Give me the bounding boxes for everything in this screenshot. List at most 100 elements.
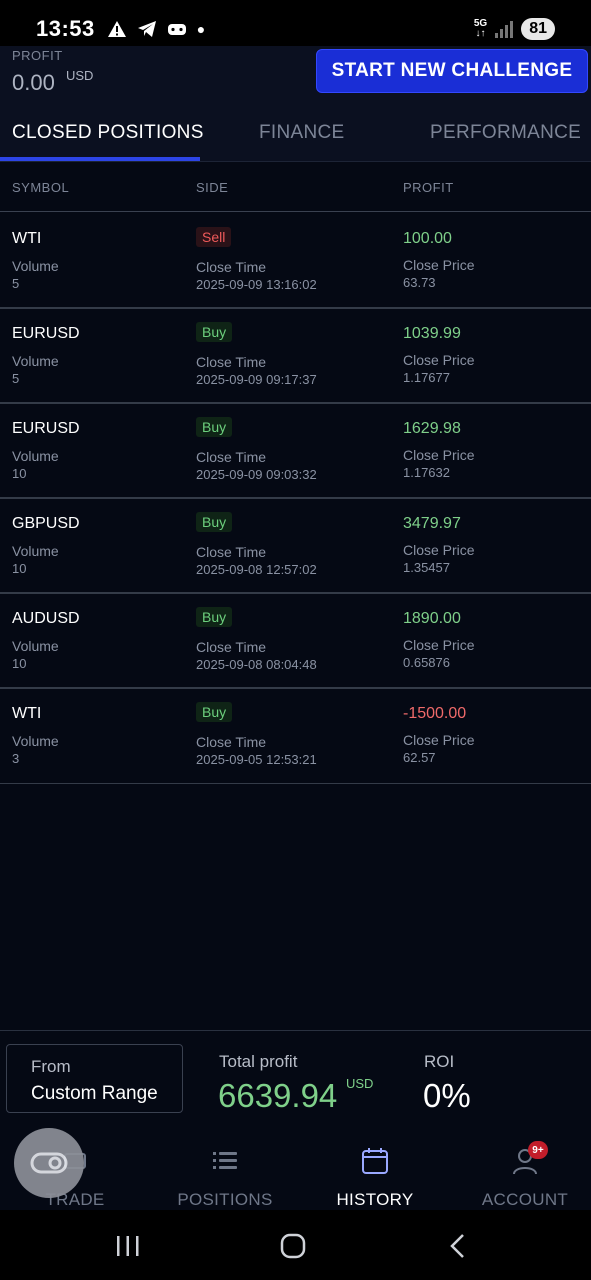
system-indicators: 5G ↓↑ 81 bbox=[474, 18, 555, 40]
profit-currency: USD bbox=[66, 68, 94, 83]
tab-closed-positions[interactable]: CLOSED POSITIONS bbox=[12, 122, 204, 144]
volume-label: Volume bbox=[12, 353, 59, 369]
notification-icons: ● bbox=[107, 20, 205, 38]
from-value: Custom Range bbox=[31, 1083, 158, 1104]
roi-value: 0% bbox=[423, 1077, 471, 1114]
nav-account[interactable]: ACCOUNT bbox=[450, 1140, 591, 1209]
close-price-value: 1.17677 bbox=[403, 370, 450, 385]
account-notification-badge: 9+ bbox=[528, 1141, 548, 1159]
profit-label: PROFIT bbox=[12, 48, 63, 63]
row-symbol: WTI bbox=[12, 705, 42, 722]
active-tab-indicator bbox=[0, 157, 200, 161]
volume-value: 3 bbox=[12, 751, 20, 766]
table-row[interactable]: WTI Volume 5 Sell Close Time 2025-09-09 … bbox=[0, 214, 591, 309]
nav-label: ACCOUNT bbox=[481, 1190, 569, 1209]
nav-history[interactable]: HISTORY bbox=[300, 1140, 450, 1209]
close-time-value: 2025-09-08 12:57:02 bbox=[196, 562, 317, 577]
close-price-label: Close Price bbox=[403, 542, 475, 558]
home-icon bbox=[280, 1233, 306, 1259]
date-range-selector[interactable]: From Custom Range bbox=[6, 1044, 183, 1113]
history-tabs: CLOSED POSITIONS FINANCE PERFORMANCE bbox=[0, 106, 591, 162]
close-time-value: 2025-09-09 09:17:37 bbox=[196, 372, 317, 387]
total-profit-value: 6639.94 bbox=[218, 1077, 338, 1114]
close-price-label: Close Price bbox=[403, 257, 475, 273]
roi-label: ROI bbox=[424, 1052, 455, 1071]
close-price-label: Close Price bbox=[403, 732, 475, 748]
nav-label: POSITIONS bbox=[177, 1190, 273, 1209]
table-row[interactable]: EURUSD Volume 10 Buy Close Time 2025-09-… bbox=[0, 404, 591, 499]
table-header: SYMBOL SIDE PROFIT bbox=[0, 162, 591, 212]
start-new-challenge-button[interactable]: START NEW CHALLENGE bbox=[316, 49, 588, 93]
profit-value: 0.00 bbox=[12, 70, 55, 95]
table-row[interactable]: EURUSD Volume 5 Buy Close Time 2025-09-0… bbox=[0, 309, 591, 404]
close-price-label: Close Price bbox=[403, 352, 475, 368]
recents-icon bbox=[117, 1236, 139, 1256]
volume-label: Volume bbox=[12, 258, 59, 274]
total-profit-label: Total profit bbox=[219, 1052, 298, 1071]
back-button[interactable] bbox=[438, 1230, 478, 1262]
nav-positions[interactable]: POSITIONS bbox=[150, 1140, 300, 1209]
side-badge: Buy bbox=[196, 417, 233, 437]
calendar-icon bbox=[362, 1148, 388, 1174]
table-row[interactable]: GBPUSD Volume 10 Buy Close Time 2025-09-… bbox=[0, 499, 591, 594]
close-time-label: Close Time bbox=[196, 354, 267, 370]
close-time-value: 2025-09-09 13:16:02 bbox=[196, 277, 317, 292]
close-price-value: 62.57 bbox=[403, 750, 436, 765]
close-time-value: 2025-09-05 12:53:21 bbox=[196, 752, 317, 767]
table-row[interactable]: WTI Volume 3 Buy Close Time 2025-09-05 1… bbox=[0, 689, 591, 784]
volume-value: 10 bbox=[12, 561, 27, 576]
close-time-label: Close Time bbox=[196, 639, 267, 655]
nav-label: HISTORY bbox=[336, 1190, 414, 1209]
row-symbol: EURUSD bbox=[12, 420, 80, 437]
profit-amount: 1039.99 bbox=[403, 325, 461, 342]
column-side: SIDE bbox=[196, 180, 229, 195]
profit-amount: 1629.98 bbox=[403, 420, 461, 437]
recent-apps-button[interactable] bbox=[108, 1230, 148, 1262]
column-profit: PROFIT bbox=[403, 180, 454, 195]
history-summary: From Custom Range Total profit 6639.94 U… bbox=[0, 1030, 591, 1130]
floating-toggle-button[interactable] bbox=[14, 1128, 84, 1198]
toggle-icon bbox=[30, 1152, 68, 1174]
network-indicator: 5G ↓↑ bbox=[473, 18, 488, 39]
volume-label: Volume bbox=[12, 448, 59, 464]
column-symbol: SYMBOL bbox=[12, 180, 70, 195]
close-time-label: Close Time bbox=[196, 544, 267, 560]
side-badge: Sell bbox=[196, 227, 232, 247]
signal-icon bbox=[495, 20, 514, 38]
row-symbol: EURUSD bbox=[12, 325, 80, 342]
tab-finance[interactable]: FINANCE bbox=[259, 122, 345, 144]
close-price-label: Close Price bbox=[403, 447, 475, 463]
list-icon bbox=[213, 1152, 237, 1169]
tab-performance[interactable]: PERFORMANCE bbox=[430, 122, 581, 144]
volume-label: Volume bbox=[12, 638, 59, 654]
volume-label: Volume bbox=[12, 733, 59, 749]
status-time: 13:53 bbox=[36, 16, 95, 41]
back-icon bbox=[450, 1234, 464, 1258]
account-header: PROFIT 0.00 USD START NEW CHALLENGE bbox=[0, 46, 591, 106]
nav-label: TRADE bbox=[45, 1190, 105, 1209]
volume-value: 5 bbox=[12, 276, 20, 291]
volume-value: 10 bbox=[12, 656, 27, 671]
row-symbol: GBPUSD bbox=[12, 515, 80, 532]
profit-amount: 100.00 bbox=[403, 230, 452, 247]
from-label: From bbox=[31, 1057, 71, 1076]
warning-icon bbox=[107, 21, 126, 37]
close-time-value: 2025-09-09 09:03:32 bbox=[196, 467, 317, 482]
side-badge: Buy bbox=[196, 512, 233, 532]
close-price-value: 1.17632 bbox=[403, 465, 450, 480]
volume-label: Volume bbox=[12, 543, 59, 559]
table-row[interactable]: AUDUSD Volume 10 Buy Close Time 2025-09-… bbox=[0, 594, 591, 689]
side-badge: Buy bbox=[196, 607, 233, 627]
side-badge: Buy bbox=[196, 322, 233, 342]
row-symbol: AUDUSD bbox=[12, 610, 80, 627]
profit-amount: -1500.00 bbox=[403, 705, 467, 722]
total-profit-currency: USD bbox=[346, 1076, 374, 1091]
game-icon bbox=[167, 24, 186, 35]
close-time-label: Close Time bbox=[196, 734, 267, 750]
telegram-icon bbox=[137, 21, 156, 37]
volume-value: 10 bbox=[12, 466, 27, 481]
volume-value: 5 bbox=[12, 371, 20, 386]
home-button[interactable] bbox=[273, 1230, 313, 1262]
dot-icon: ● bbox=[196, 21, 206, 37]
close-price-value: 1.35457 bbox=[403, 560, 450, 575]
